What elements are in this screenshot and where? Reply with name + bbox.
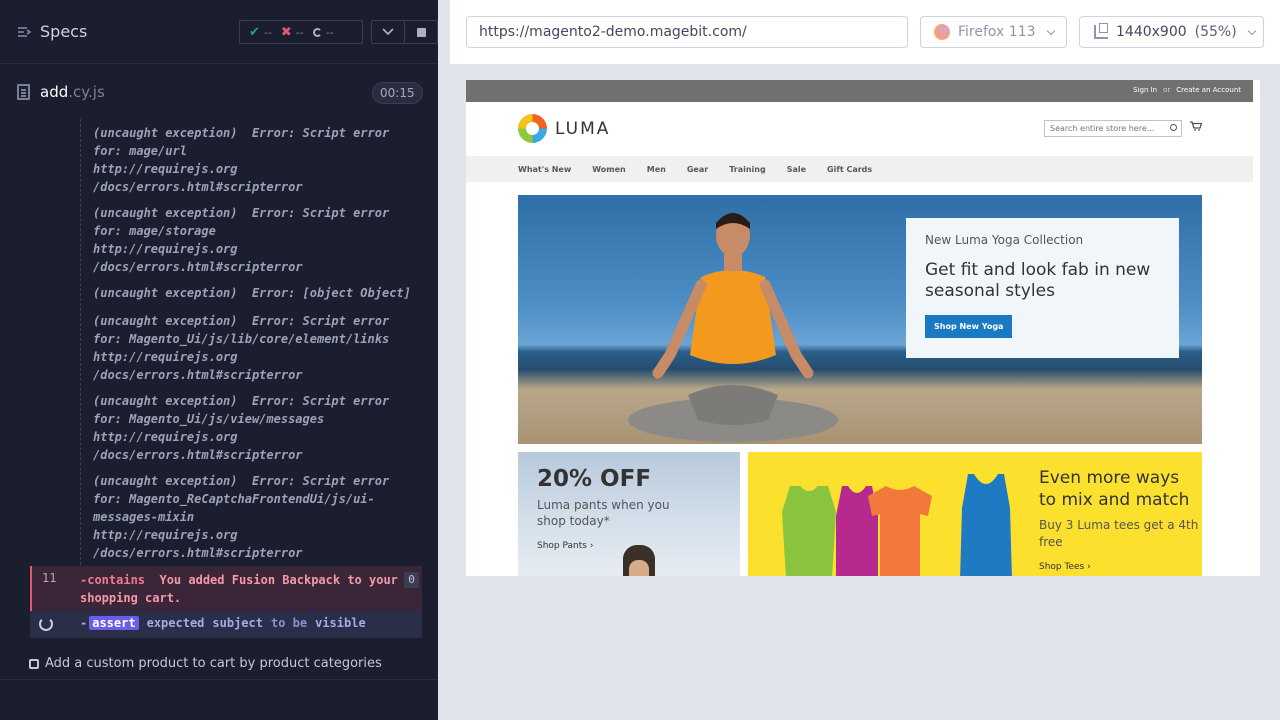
pending-icon (312, 27, 322, 37)
passed-stat: ✔ -- (249, 24, 272, 40)
specs-bar: Specs ✔ -- ✖ -- -- (0, 0, 438, 64)
failed-command-text: -contains You added Fusion Backpack to y… (80, 573, 398, 605)
error-entry[interactable]: (uncaught exception) Error: [object Obje… (93, 284, 411, 302)
failed-command-row[interactable]: 11 -contains You added Fusion Backpack t… (30, 566, 422, 611)
hero-card: New Luma Yoga Collection Get fit and loo… (906, 218, 1179, 358)
specs-toggle-button[interactable]: Specs (16, 22, 87, 41)
chevron-down-icon (1046, 26, 1055, 35)
hero-yoga-image (628, 213, 838, 442)
luma-logo[interactable]: LUMA (518, 114, 610, 143)
shop-new-yoga-button[interactable]: Shop New Yoga (925, 315, 1013, 338)
luma-search-input[interactable] (1044, 120, 1182, 137)
promo-pants[interactable]: 20% OFF Luma pants when you shop today* … (518, 452, 740, 576)
viewport-select[interactable]: 1440x900 (55%) (1079, 16, 1264, 48)
promo-tees-desc: Buy 3 Luma tees get a 4th free (1039, 518, 1199, 549)
nav-gear[interactable]: Gear (687, 165, 708, 174)
hero-banner[interactable]: New Luma Yoga Collection Get fit and loo… (518, 195, 1202, 444)
pending-stat: -- (312, 26, 334, 39)
search-icon[interactable] (1170, 124, 1177, 131)
sign-in-link[interactable]: Sign In (1133, 86, 1157, 94)
hero-title: Get fit and look fab in new seasonal sty… (925, 260, 1151, 301)
reporter-panel: Specs ✔ -- ✖ -- -- add.cy.js 00:15 (unca… (0, 0, 438, 720)
stop-icon (416, 27, 426, 37)
duration-badge: 00:15 (372, 82, 423, 104)
viewport-icon (1094, 23, 1108, 39)
spec-file-name[interactable]: add.cy.js (40, 83, 105, 101)
chevron-down-icon (382, 28, 394, 36)
shop-pants-link[interactable]: Shop Pants › (537, 541, 593, 551)
nav-sale[interactable]: Sale (787, 165, 806, 174)
luma-header: LUMA (466, 102, 1253, 156)
nav-whats-new[interactable]: What's New (518, 165, 571, 174)
auto-scroll-toggle[interactable] (371, 20, 405, 44)
nav-men[interactable]: Men (647, 165, 666, 174)
pending-command-text: - assert expected subject to be visible (80, 616, 366, 630)
menu-expand-icon (18, 26, 32, 37)
spec-file-header: add.cy.js 00:15 (0, 65, 438, 119)
tee-green-image (782, 486, 836, 576)
luma-nav: What's New Women Men Gear Training Sale … (466, 156, 1253, 182)
nav-training[interactable]: Training (729, 165, 766, 174)
loading-spinner-icon (39, 617, 53, 631)
nav-gift-cards[interactable]: Gift Cards (827, 165, 872, 174)
pending-command-row[interactable]: - assert expected subject to be visible (30, 611, 422, 638)
nav-women[interactable]: Women (592, 165, 626, 174)
command-log: (uncaught exception) Error: Script error… (30, 119, 422, 639)
tee-orange-image (868, 486, 932, 576)
error-entry[interactable]: (uncaught exception) Error: Script error… (93, 204, 389, 276)
aut-iframe[interactable]: Sign In or Create an Account LUMA What's… (466, 80, 1260, 576)
aut-header: Firefox 113 1440x900 (55%) (450, 0, 1280, 64)
shop-tees-link[interactable]: Shop Tees › (1039, 562, 1091, 572)
chevron-down-icon (1247, 26, 1256, 35)
hero-kicker: New Luma Yoga Collection (925, 233, 1084, 247)
divider (0, 679, 438, 680)
luma-logo-icon (518, 114, 547, 143)
document-icon (17, 84, 30, 100)
browser-select[interactable]: Firefox 113 (920, 16, 1067, 48)
command-number: 11 (42, 571, 57, 585)
aut-panel: Firefox 113 1440x900 (55%) Sign In or Cr… (438, 0, 1280, 720)
error-entry[interactable]: (uncaught exception) Error: Script error… (93, 312, 389, 384)
check-icon: ✔ (249, 24, 260, 40)
error-entry[interactable]: (uncaught exception) Error: Script error… (93, 472, 389, 562)
luma-top-bar: Sign In or Create an Account (466, 80, 1253, 102)
error-entry[interactable]: (uncaught exception) Error: Script error… (93, 392, 389, 464)
tee-blue-image (960, 474, 1012, 576)
model-face (629, 560, 649, 576)
cart-icon[interactable] (1190, 121, 1202, 131)
nesting-line (80, 119, 81, 565)
assert-tag: assert (89, 616, 139, 630)
or-text: or (1163, 86, 1171, 94)
url-input[interactable] (466, 16, 908, 48)
x-icon: ✖ (280, 24, 292, 40)
specs-label: Specs (40, 22, 88, 41)
promo-tees[interactable]: Even more ways to mix and match Buy 3 Lu… (748, 452, 1202, 576)
command-log-scroll[interactable]: (uncaught exception) Error: Script error… (30, 119, 422, 565)
firefox-icon (934, 24, 950, 40)
promo-pants-desc: Luma pants when you shop today* (537, 498, 670, 528)
failed-stat: ✖ -- (280, 24, 304, 40)
promo-pants-headline: 20% OFF (537, 466, 652, 492)
create-account-link[interactable]: Create an Account (1176, 86, 1241, 94)
test-stats: ✔ -- ✖ -- -- (239, 20, 363, 44)
test-title[interactable]: Add a custom product to cart by product … (29, 656, 382, 671)
error-entry[interactable]: (uncaught exception) Error: Script error… (93, 124, 389, 196)
stop-button[interactable] (404, 20, 438, 44)
element-count-badge: 0 (404, 572, 419, 588)
promo-tees-title: Even more ways to mix and match (1039, 468, 1190, 510)
test-status-icon (29, 658, 39, 669)
